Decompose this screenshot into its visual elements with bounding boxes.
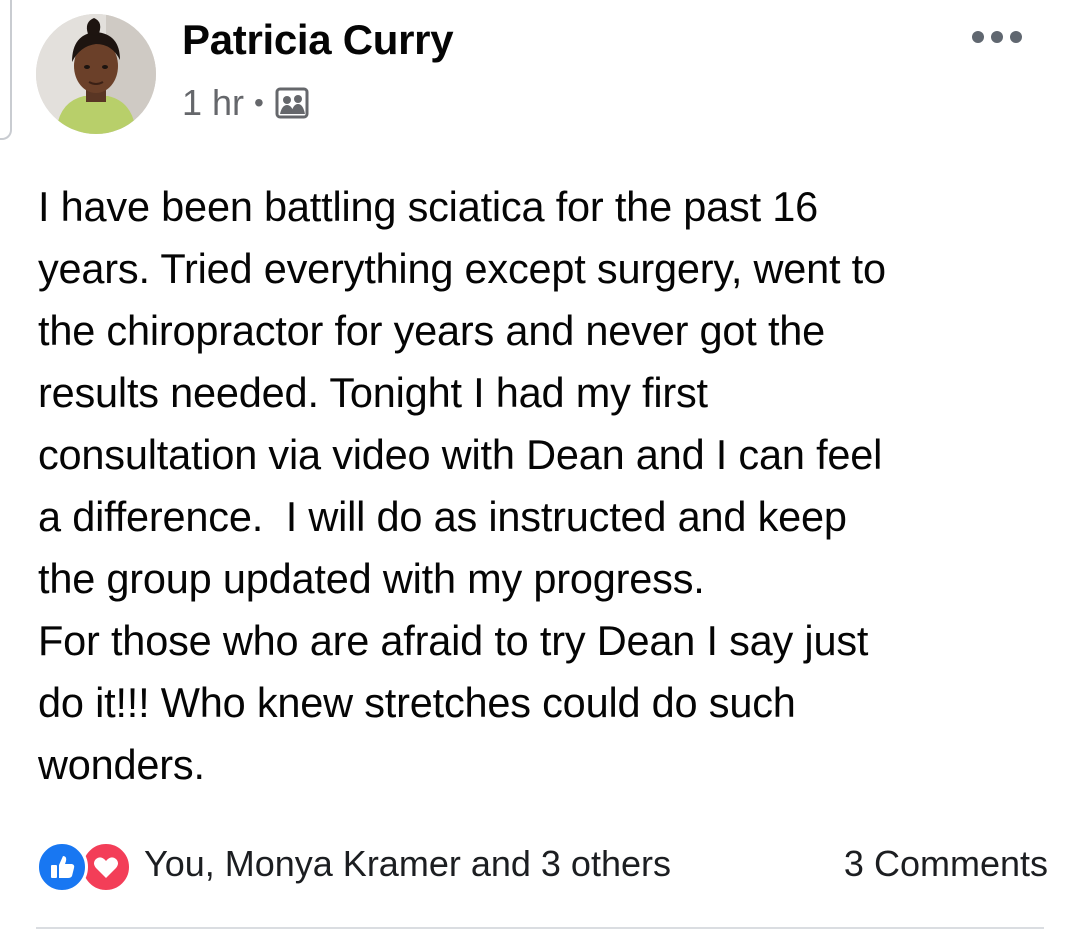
group-icon[interactable] bbox=[274, 85, 310, 121]
post-time[interactable]: 1 hr bbox=[182, 82, 244, 124]
more-options-icon bbox=[972, 31, 984, 43]
comments-count-link[interactable]: 3 Comments bbox=[844, 843, 1048, 885]
reactions-text: You, Monya Kramer and 3 others bbox=[144, 843, 671, 884]
reaction-icons bbox=[36, 838, 136, 893]
avatar[interactable] bbox=[36, 14, 156, 134]
post-body: I have been battling sciatica for the pa… bbox=[38, 183, 886, 788]
post-meta: 1 hr • bbox=[182, 82, 310, 124]
meta-separator: • bbox=[254, 87, 264, 118]
more-options-button[interactable] bbox=[972, 26, 1022, 48]
thread-line bbox=[0, 0, 12, 140]
like-icon bbox=[36, 841, 88, 893]
divider bbox=[36, 927, 1044, 929]
post-card: Patricia Curry 1 hr • I have been battli… bbox=[0, 0, 1080, 930]
author-name[interactable]: Patricia Curry bbox=[182, 16, 454, 64]
reactions-bar: You, Monya Kramer and 3 others 3 Comment… bbox=[36, 836, 1048, 893]
reactions-summary[interactable]: You, Monya Kramer and 3 others bbox=[36, 838, 671, 893]
avatar-image bbox=[36, 14, 156, 134]
